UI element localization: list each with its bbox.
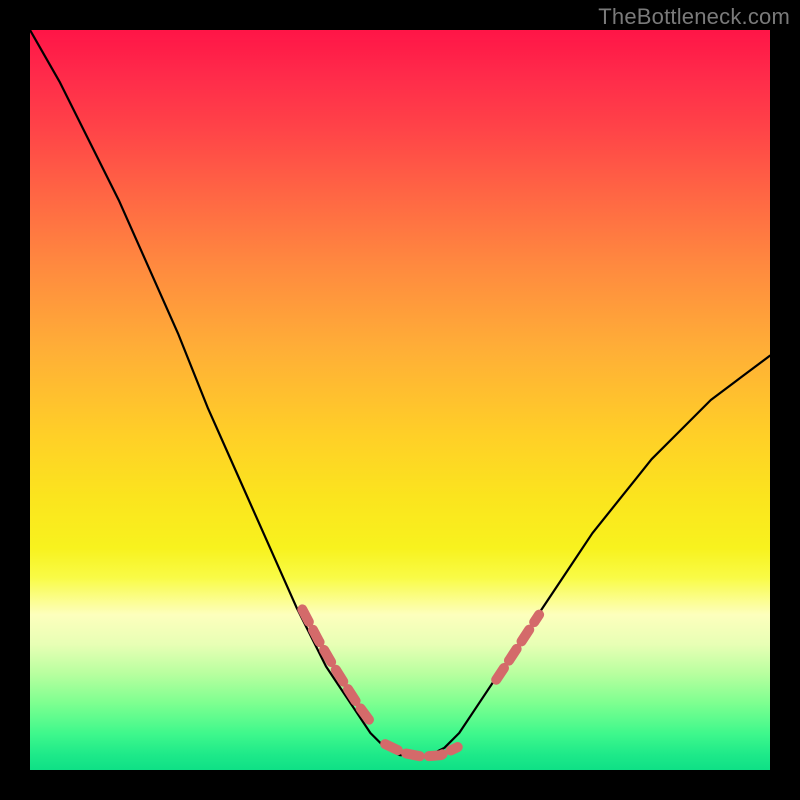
chart-frame: TheBottleneck.com (0, 0, 800, 800)
series-curve (30, 30, 770, 755)
plot-area (30, 30, 770, 770)
watermark-text: TheBottleneck.com (598, 4, 790, 30)
chart-svg (30, 30, 770, 770)
series-left-dots (302, 609, 373, 725)
series-group (30, 30, 770, 757)
series-right-dots (496, 615, 539, 680)
